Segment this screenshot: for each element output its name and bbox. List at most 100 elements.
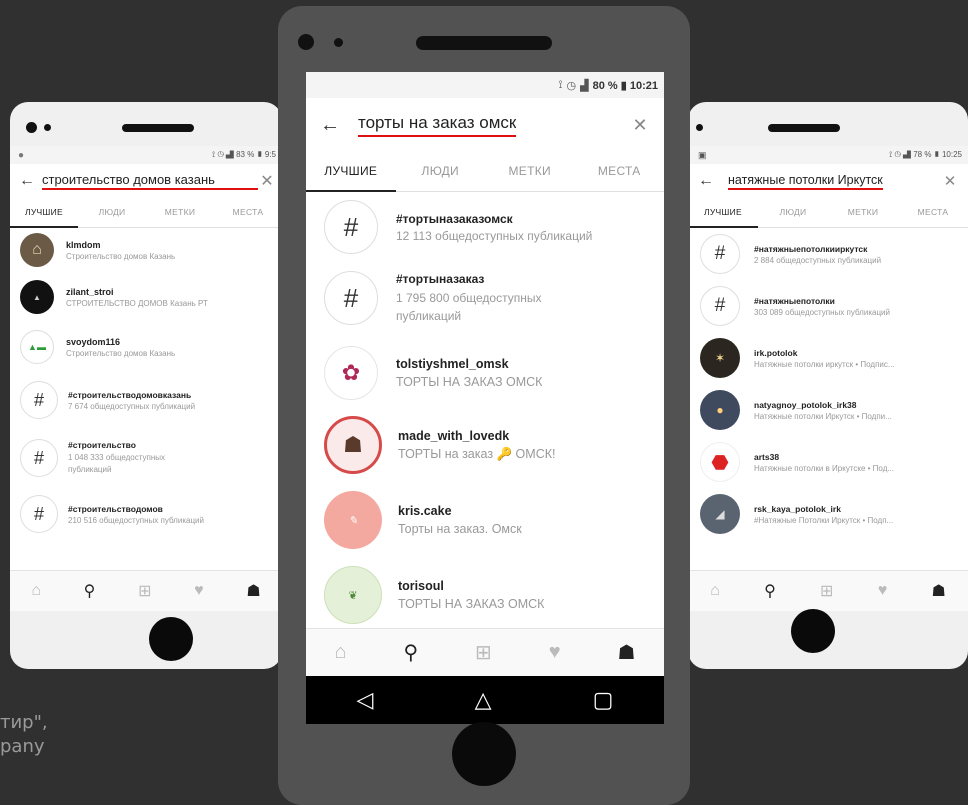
result-row[interactable]: # #строительство 1 048 333 общедоступных … <box>10 428 282 488</box>
result-subtitle: 2 884 общедоступных публикаций <box>754 255 882 265</box>
phone-middle: ⟟ ◷ ▟ 80 % ▮ 10:21 ← торты на заказ омск… <box>278 6 690 805</box>
tab-people[interactable]: ЛЮДИ <box>396 152 486 191</box>
red-shield-avatar: ⬣ <box>700 442 740 482</box>
result-row[interactable]: ⌂ klmdom Строительство домов Казань <box>10 228 282 272</box>
tab-people[interactable]: ЛЮДИ <box>758 198 828 227</box>
home-icon[interactable]: ⌂ <box>334 641 346 664</box>
clear-search-icon[interactable]: ✕ <box>626 115 654 136</box>
home-button[interactable] <box>791 609 835 653</box>
profile-icon[interactable]: ☗ <box>246 581 260 601</box>
status-text: 78 % ▮ 10:25 <box>913 150 962 159</box>
search-input[interactable]: торты на заказ омск <box>358 113 517 137</box>
android-back-icon[interactable]: ◁ <box>357 687 374 713</box>
tab-places[interactable]: МЕСТА <box>898 198 968 227</box>
status-text: 80 % ▮ 10:21 <box>592 79 658 92</box>
bottom-nav: ⌂ ⚲ ⊞ ♥ ☗ <box>10 570 282 611</box>
result-row[interactable]: ▲ zilant_stroi СТРОИТЕЛЬСТВО ДОМОВ Казань… <box>10 272 282 322</box>
result-subtitle: ТОРТЫ на заказ 🔑 ОМСК! <box>398 446 556 461</box>
add-post-icon[interactable]: ⊞ <box>138 581 151 601</box>
result-row[interactable]: # #тортыназаказомск 12 113 общедоступных … <box>306 196 664 258</box>
search-input[interactable]: строительство домов казань <box>42 172 258 190</box>
tab-tags[interactable]: МЕТКИ <box>828 198 898 227</box>
search-input[interactable]: натяжные потолки Иркутск <box>728 173 883 190</box>
hashtag-icon: # <box>20 495 58 533</box>
add-post-icon[interactable]: ⊞ <box>475 640 492 665</box>
result-row[interactable]: # #тортыназаказ 1 795 800 общедоступных п… <box>306 258 664 338</box>
screen-middle: ⟟ ◷ ▟ 80 % ▮ 10:21 ← торты на заказ омск… <box>306 72 664 724</box>
result-title: #тортыназаказ <box>396 271 485 286</box>
home-icon[interactable]: ⌂ <box>710 582 720 600</box>
result-subtitle: 210 516 общедоступных публикаций <box>68 515 204 525</box>
signal-icon: ▟ <box>580 79 589 92</box>
result-title: irk.potolok <box>754 347 798 358</box>
tab-top[interactable]: ЛУЧШИЕ <box>10 198 78 228</box>
android-home-icon[interactable]: △ <box>475 687 492 713</box>
profile-icon[interactable]: ☗ <box>618 640 636 665</box>
phone-left: ● ⟟ ◷ ▟ 83 % ▮ 9:5 ← строительство домов… <box>10 102 282 669</box>
result-subtitle: ТОРТЫ НА ЗАКАЗ ОМСК <box>396 375 543 389</box>
result-title: #тортыназаказомск <box>396 211 513 226</box>
result-row[interactable]: ⬣ arts38 Натяжные потолки в Иркутске • По… <box>688 436 968 488</box>
vibrate-icon: ⟟ <box>889 150 893 159</box>
home-button[interactable] <box>149 617 193 661</box>
search-tabs: ЛУЧШИЕ ЛЮДИ МЕТКИ МЕСТА <box>688 198 968 228</box>
heart-icon[interactable]: ♥ <box>194 582 204 600</box>
home-icon[interactable]: ⌂ <box>31 582 41 600</box>
add-post-icon[interactable]: ⊞ <box>820 581 833 601</box>
bottom-nav: ⌂ ⚲ ⊞ ♥ ☗ <box>306 628 664 676</box>
search-bar: ← строительство домов казань ✕ <box>10 164 282 198</box>
result-row[interactable]: ◢ rsk_kaya_potolok_irk #Натяжные Потолки … <box>688 488 968 540</box>
result-row[interactable]: ✶ irk.potolok Натяжные потолки иркутск • … <box>688 332 968 384</box>
result-title: #строительство <box>68 440 136 450</box>
search-icon[interactable]: ⚲ <box>84 581 96 601</box>
signal-icon: ▟ <box>225 150 234 159</box>
tab-places[interactable]: МЕСТА <box>575 152 665 191</box>
vibrate-icon: ⟟ <box>212 150 216 159</box>
result-subtitle: 1 795 800 общедоступных публикаций <box>396 290 542 323</box>
search-icon[interactable]: ⚲ <box>403 640 418 665</box>
status-bar: ⟟ ◷ ▟ 80 % ▮ 10:21 <box>306 72 664 98</box>
hashtag-icon: # <box>324 271 378 325</box>
result-title: #строительстводомовказань <box>68 389 192 400</box>
tab-top[interactable]: ЛУЧШИЕ <box>306 152 396 192</box>
result-subtitle: 303 089 общедоступных публикаций <box>754 307 890 317</box>
result-row[interactable]: ▲▬ svoydom116 Строительство домов Казань <box>10 322 282 372</box>
clear-search-icon[interactable]: ✕ <box>938 172 962 190</box>
result-subtitle: Строительство домов Казань <box>66 348 176 358</box>
tab-top[interactable]: ЛУЧШИЕ <box>688 198 758 228</box>
notification-icon: ● <box>18 149 25 161</box>
result-row[interactable]: ✿ tolstiyshmel_omsk ТОРТЫ НА ЗАКАЗ ОМСК <box>306 338 664 408</box>
status-bar: ▣ ⟟ ◷ ▟ 78 % ▮ 10:25 <box>688 146 968 164</box>
back-arrow-icon[interactable]: ← <box>694 172 718 190</box>
tab-people[interactable]: ЛЮДИ <box>78 198 146 227</box>
result-row[interactable]: # #натяжныепотолки 303 089 общедоступных … <box>688 280 968 332</box>
tab-places[interactable]: МЕСТА <box>214 198 282 227</box>
back-arrow-icon[interactable]: ← <box>316 114 344 137</box>
result-row[interactable]: ☗ made_with_lovedk ТОРТЫ на заказ 🔑 ОМСК! <box>306 408 664 482</box>
result-row[interactable]: ❦ torisoul ТОРТЫ НА ЗАКАЗ ОМСК <box>306 558 664 632</box>
bottom-nav: ⌂ ⚲ ⊞ ♥ ☗ <box>688 570 968 611</box>
result-title: #натяжныепотолкииркутск <box>754 243 868 254</box>
result-row[interactable]: ✎ kris.cake Торты на заказ. Омск <box>306 482 664 558</box>
heart-icon[interactable]: ♥ <box>549 641 561 664</box>
cake-avatar: ☗ <box>324 416 382 474</box>
home-button[interactable] <box>452 722 516 786</box>
result-row[interactable]: ● natyagnoy_potolok_irk38 Натяжные потолк… <box>688 384 968 436</box>
result-row[interactable]: # #строительстводомов 210 516 общедоступн… <box>10 488 282 540</box>
room-avatar: ◢ <box>700 494 740 534</box>
android-recents-icon[interactable]: ▢ <box>593 687 614 713</box>
search-icon[interactable]: ⚲ <box>764 581 776 601</box>
result-row[interactable]: # #натяжныепотолкииркутск 2 884 общедосту… <box>688 228 968 280</box>
back-arrow-icon[interactable]: ← <box>16 172 38 190</box>
tab-tags[interactable]: МЕТКИ <box>485 152 575 191</box>
profile-icon[interactable]: ☗ <box>931 581 945 601</box>
result-subtitle: 1 048 333 общедоступных публикаций <box>68 453 165 474</box>
result-subtitle: Натяжные потолки в Иркутске • Под... <box>754 464 944 473</box>
result-title: klmdom <box>66 239 101 250</box>
clear-search-icon[interactable]: ✕ <box>258 171 276 191</box>
result-subtitle: Торты на заказ. Омск <box>398 522 522 536</box>
tab-tags[interactable]: МЕТКИ <box>146 198 214 227</box>
heart-icon[interactable]: ♥ <box>878 582 888 600</box>
result-subtitle: #Натяжные Потолки Иркутск • Подп... <box>754 516 944 525</box>
result-row[interactable]: # #строительстводомовказань 7 674 общедос… <box>10 372 282 428</box>
